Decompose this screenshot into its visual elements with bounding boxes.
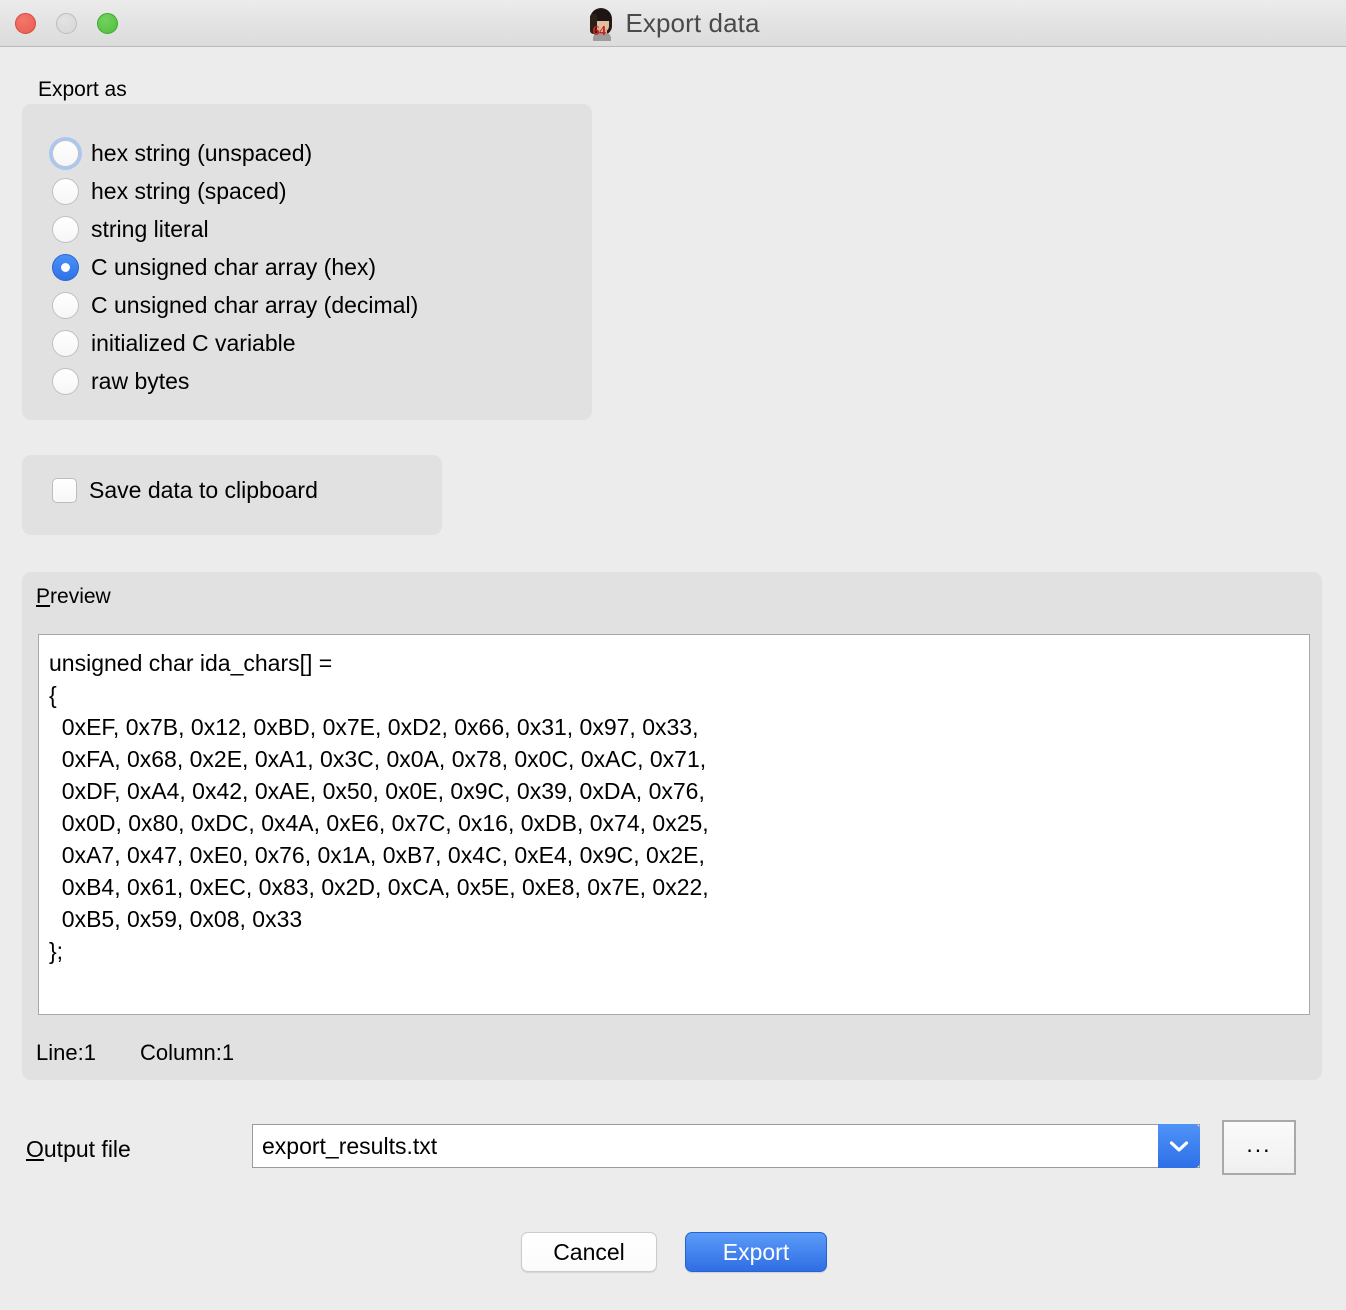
preview-textarea[interactable]: unsigned char ida_chars[] = { 0xEF, 0x7B…: [38, 634, 1310, 1015]
radio-c-unsigned-char-array-decimal[interactable]: C unsigned char array (decimal): [52, 288, 418, 322]
radio-indicator: [52, 253, 79, 281]
checkbox-label: Save data to clipboard: [89, 477, 318, 503]
radio-label: raw bytes: [91, 367, 190, 394]
preview-status-bar: Line:1 Column:1: [36, 1040, 234, 1066]
export-button[interactable]: Export: [685, 1232, 827, 1272]
radio-label: initialized C variable: [91, 329, 296, 356]
preview-label-rest: review: [50, 585, 111, 608]
window-title: Export data: [625, 8, 760, 38]
radio-label: string literal: [91, 215, 209, 242]
radio-label: C unsigned char array (hex): [91, 253, 377, 280]
radio-label: C unsigned char array (decimal): [91, 291, 419, 318]
cancel-button[interactable]: Cancel: [521, 1232, 657, 1272]
radio-indicator: [52, 215, 79, 243]
output-file-input[interactable]: [252, 1124, 1200, 1168]
browse-button[interactable]: ...: [1222, 1120, 1296, 1175]
radio-indicator: [52, 329, 79, 357]
checkbox-save-data-to-clipboard[interactable]: Save data to clipboard: [52, 477, 318, 504]
radio-indicator: [52, 367, 79, 395]
radio-indicator: [52, 139, 79, 167]
output-file-label: Output file: [26, 1136, 131, 1163]
checkbox-indicator: [52, 478, 77, 503]
output-file-combobox[interactable]: [252, 1124, 1200, 1168]
radio-label: hex string (unspaced): [91, 139, 313, 166]
radio-indicator: [52, 177, 79, 205]
radio-label: hex string (spaced): [91, 177, 287, 204]
radio-indicator: [52, 291, 79, 319]
output-file-label-mnemonic: O: [26, 1136, 44, 1162]
radio-hex-string-unspaced[interactable]: hex string (unspaced): [52, 136, 312, 170]
window-titlebar: 64 Export data: [0, 0, 1346, 47]
window-title-area: 64 Export data: [0, 0, 1346, 47]
status-line: Line:1: [36, 1040, 96, 1065]
output-file-label-rest: utput file: [43, 1136, 131, 1162]
radio-string-literal[interactable]: string literal: [52, 212, 209, 246]
radio-hex-string-spaced[interactable]: hex string (spaced): [52, 174, 287, 208]
status-column: Column:1: [139, 1040, 235, 1065]
ida-woman-64-icon: 64: [586, 7, 616, 41]
preview-label-mnemonic: P: [36, 585, 51, 608]
export-as-groupbox: hex string (unspaced) hex string (spaced…: [22, 104, 592, 420]
export-as-label: Export as: [38, 78, 127, 101]
clipboard-groupbox: Save data to clipboard: [22, 455, 442, 535]
chevron-down-icon[interactable]: [1158, 1124, 1200, 1168]
radio-raw-bytes[interactable]: raw bytes: [52, 364, 189, 398]
radio-c-unsigned-char-array-hex[interactable]: C unsigned char array (hex): [52, 250, 376, 284]
preview-label: Preview: [36, 585, 111, 609]
radio-initialized-c-variable[interactable]: initialized C variable: [52, 326, 296, 360]
